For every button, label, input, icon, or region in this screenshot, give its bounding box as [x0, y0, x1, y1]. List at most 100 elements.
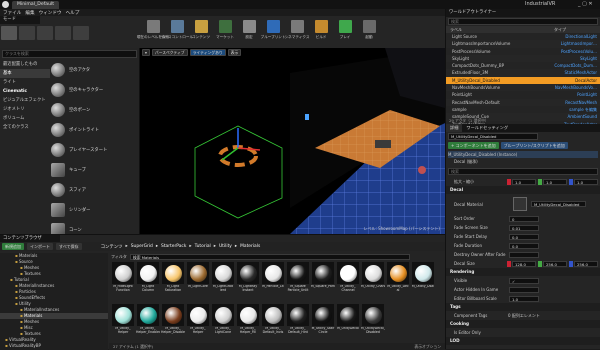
property-value[interactable]: ✓: [509, 277, 539, 284]
menu-item[interactable]: ファイル: [3, 10, 21, 16]
content-browser-tab[interactable]: コンテンツブラウザ: [0, 235, 60, 242]
vector-field[interactable]: 1.0: [574, 178, 598, 185]
vector-field[interactable]: 1.0: [543, 178, 567, 185]
place-item[interactable]: ポイントライト: [51, 120, 139, 140]
asset-tile[interactable]: M_Utility_ Helper_Fill: [237, 304, 259, 344]
class-search-input[interactable]: クラスを検索: [2, 50, 137, 58]
outliner-row[interactable]: RecastNavMesh-Default RecastNavMesh: [446, 98, 600, 106]
document-tab[interactable]: Minimal_Default: [12, 1, 60, 9]
window-controls[interactable]: _ ▢ ✕: [578, 1, 593, 7]
viewport-scene[interactable]: [140, 48, 445, 234]
viewport-button[interactable]: ▾: [142, 49, 150, 56]
decal-section-header[interactable]: Decal: [446, 186, 600, 194]
toolbar-button[interactable]: マーケット: [214, 17, 236, 47]
property-value[interactable]: 0: [509, 215, 539, 222]
asset-tile[interactable]: M_Utility_ Helper: [112, 304, 134, 344]
asset-tile[interactable]: M_Utility_ Helper: [187, 304, 209, 344]
paint-mode-icon[interactable]: [19, 26, 35, 40]
details-object-name[interactable]: M_UtilityDecal_Disabled: [448, 133, 538, 140]
toolbar-button[interactable]: 起動: [358, 17, 380, 47]
outliner-row[interactable]: NavMeshBoundsVolume NavMeshBoundsVo…: [446, 84, 600, 92]
toolbar-button[interactable]: ソースコントロール: [161, 17, 193, 47]
asset-tile[interactable]: M_Square_Particle: [311, 262, 335, 302]
toolbar-button[interactable]: ビルド: [310, 17, 332, 47]
outliner-row[interactable]: Light Source DirectionalLight: [446, 33, 600, 40]
filter-button[interactable]: フィルタ: [111, 254, 127, 260]
breadcrumb-item[interactable]: Materials: [240, 244, 260, 250]
asset-tile[interactable]: M_Utility_ Helper_Disabled: [161, 304, 185, 344]
place-item[interactable]: シリンダー: [51, 200, 139, 220]
asset-tile[interactable]: M_Light Column: [137, 262, 159, 302]
folder-tree-item[interactable]: ▪ VirtualRealityBP: [0, 343, 108, 349]
asset-tile[interactable]: M_Square Particle_Unlit: [287, 262, 309, 302]
place-item[interactable]: 空のアクタ: [51, 60, 139, 80]
toolbar-button[interactable]: 設定: [238, 17, 260, 47]
menu-item[interactable]: ヘルプ: [66, 10, 80, 16]
outliner-row[interactable]: M_UtilityDecal_Disabled DecalActor: [446, 76, 600, 85]
asset-tile[interactable]: M_Utility_ Helper_Enabled: [136, 304, 160, 344]
outliner-row[interactable]: ExtrudedFloor_3M StaticMeshActor: [446, 69, 600, 77]
landscape-mode-icon[interactable]: [37, 26, 53, 40]
toolbar-button[interactable]: 現在のレベルを保存: [137, 17, 169, 47]
details-tab[interactable]: 詳細: [446, 124, 463, 132]
vector-field[interactable]: 256.0: [543, 260, 567, 267]
asset-tile[interactable]: M_Light Saturation: [162, 262, 184, 302]
outliner-col-label[interactable]: ラベル: [450, 26, 462, 33]
toolbar-button[interactable]: コンテンツ: [190, 17, 212, 47]
lod-section-header[interactable]: LOD: [446, 337, 600, 345]
asset-tile[interactable]: M_Utility_ Channel: [337, 262, 359, 302]
rendering-section-header[interactable]: Rendering: [446, 268, 600, 276]
foliage-mode-icon[interactable]: [55, 26, 71, 40]
vector-field[interactable]: 256.0: [574, 260, 598, 267]
asset-tile[interactable]: M_Utility_Dec al: [387, 262, 409, 302]
import-button[interactable]: インポート: [27, 243, 53, 250]
place-category[interactable]: ビジュアルエフェクト: [0, 96, 50, 105]
property-value[interactable]: [509, 251, 539, 258]
viewport-button[interactable]: パースペクティブ: [151, 49, 188, 56]
asset-tile[interactable]: M_Utility_Dsal: [412, 262, 434, 302]
place-mode-icon[interactable]: [1, 26, 17, 40]
asset-tile[interactable]: M_LightGrad ient: [212, 262, 234, 302]
place-item[interactable]: キューブ: [51, 160, 139, 180]
menu-item[interactable]: 編集: [25, 10, 34, 16]
place-category[interactable]: ボリューム: [0, 114, 50, 123]
asset-tile[interactable]: M_UtilityDecal_ Disabled: [361, 304, 385, 344]
property-value[interactable]: [509, 286, 539, 293]
place-category[interactable]: ライト: [0, 78, 50, 87]
breadcrumb-item[interactable]: Utility: [219, 244, 232, 250]
place-category[interactable]: 最近配置したもの: [0, 60, 50, 69]
asset-tile[interactable]: M_LightRay Instant: [237, 262, 259, 302]
component-item[interactable]: Decal (継承): [448, 158, 598, 165]
asset-tile[interactable]: M_Utility_ Default_Invis: [262, 304, 284, 344]
decal-material-value[interactable]: M_UtilityDecal_Disabled: [531, 201, 586, 207]
tags-value[interactable]: 0 配列エレメント: [508, 313, 540, 319]
geometry-mode-icon[interactable]: [73, 26, 89, 40]
outliner-row[interactable]: CompactDots_Dummy_BP CompactDots_Dum…: [446, 62, 600, 69]
component-item[interactable]: M_UtilityDecal_Disabled (Instance): [448, 151, 598, 158]
place-item[interactable]: プレイヤースタート: [51, 140, 139, 160]
place-category[interactable]: ジオメトリ: [0, 105, 50, 114]
asset-tile[interactable]: M_Utility_Channel: [361, 262, 385, 302]
add-blueprint-button[interactable]: ブループリント/スクリプトを追加: [500, 142, 568, 149]
breadcrumb-item[interactable]: コンテンツ: [101, 244, 123, 250]
outliner-tab[interactable]: ワールドアウトライナー: [446, 9, 600, 17]
toolbar-button[interactable]: ブループリント: [261, 17, 285, 47]
place-category[interactable]: Cinematic: [0, 87, 50, 96]
outliner-col-type[interactable]: タイプ: [554, 26, 566, 33]
breadcrumb-item[interactable]: StarterPack: [161, 244, 186, 250]
vector-field[interactable]: 128.0: [512, 260, 536, 267]
place-item[interactable]: スフィア: [51, 180, 139, 200]
place-category[interactable]: 基本: [0, 69, 50, 78]
outliner-row[interactable]: PointLight PointLight: [446, 91, 600, 98]
outliner-search-input[interactable]: 検索: [448, 18, 598, 25]
menu-item[interactable]: ウィンドウ: [39, 10, 62, 16]
add-component-button[interactable]: + コンポーネントを追加: [448, 142, 499, 149]
modes-tab[interactable]: モード: [0, 16, 40, 24]
property-value[interactable]: 0.0: [509, 233, 539, 240]
asset-tile[interactable]: M_Utility_ LightCone: [212, 304, 234, 344]
add-new-button[interactable]: 新規追加: [2, 243, 24, 250]
outliner-row[interactable]: PostProcessVolume PostProcessVolu…: [446, 48, 600, 55]
property-value[interactable]: 0.01: [509, 224, 539, 231]
asset-tile[interactable]: M_Utility_Stair Circle: [312, 304, 334, 344]
details-tab[interactable]: ワールドセッティング: [462, 124, 512, 132]
